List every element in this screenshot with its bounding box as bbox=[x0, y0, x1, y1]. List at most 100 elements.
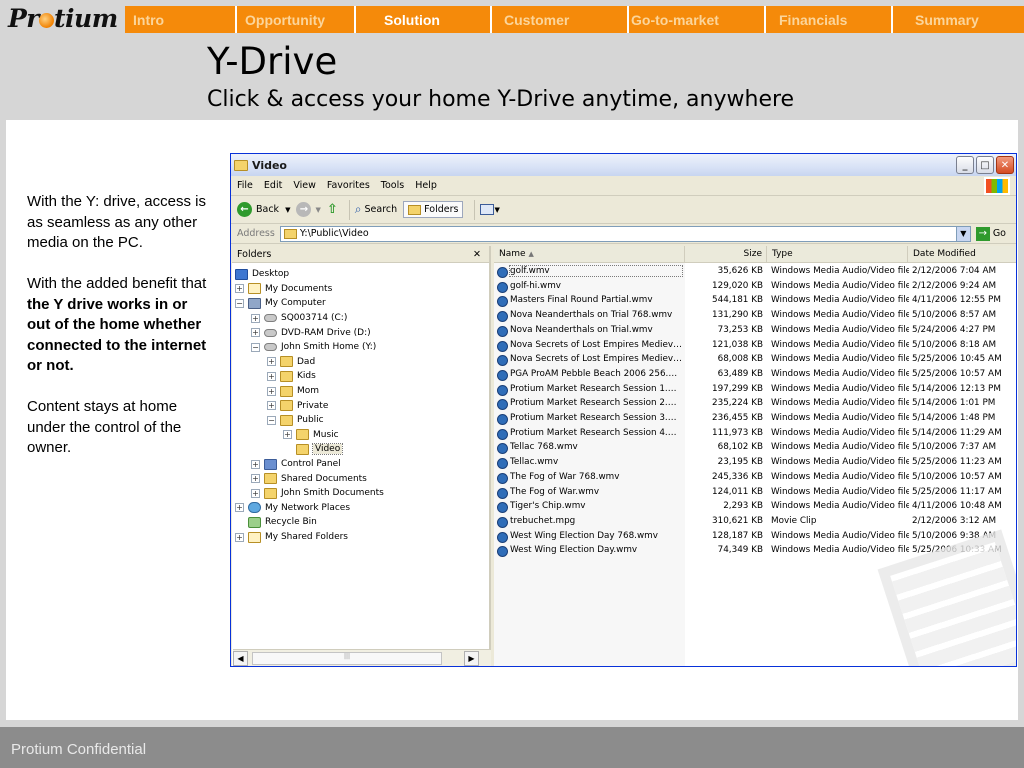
file-row[interactable]: Protium Market Research Session 4.WMV 111… bbox=[494, 427, 1016, 442]
tree-item[interactable]: + SQ003714 (C:) bbox=[251, 311, 347, 326]
expand-icon[interactable]: + bbox=[251, 328, 260, 338]
tree-item[interactable]: + John Smith Documents bbox=[251, 486, 384, 501]
expand-icon[interactable]: + bbox=[235, 532, 244, 542]
tree-item[interactable]: Recycle Bin bbox=[235, 515, 317, 530]
scroll-left-icon[interactable]: ◀ bbox=[233, 650, 248, 666]
menu-file[interactable]: File bbox=[237, 180, 253, 191]
tree-item[interactable]: + Dad bbox=[267, 355, 315, 370]
collapse-icon[interactable]: − bbox=[235, 298, 244, 308]
views-button[interactable]: ▼ bbox=[480, 204, 500, 215]
fold-icon bbox=[296, 443, 309, 455]
forward-button[interactable]: → ▼ bbox=[296, 202, 321, 217]
expand-icon[interactable]: + bbox=[267, 371, 276, 381]
expand-icon[interactable]: + bbox=[251, 488, 260, 498]
file-row[interactable]: Masters Final Round Partial.wmv 544,181 K… bbox=[494, 294, 1016, 309]
tree-item[interactable]: + Private bbox=[267, 398, 328, 413]
dropdown-arrow-icon[interactable]: ▼ bbox=[494, 206, 499, 214]
file-row[interactable]: Protium Market Research Session 2.WMV 235… bbox=[494, 397, 1016, 412]
expand-icon[interactable]: + bbox=[251, 313, 260, 323]
dropdown-arrow-icon[interactable]: ▼ bbox=[315, 206, 320, 214]
scrollbar-thumb[interactable]: ||| bbox=[252, 651, 442, 665]
horizontal-scrollbar[interactable]: ◀ ||| ▶ bbox=[233, 649, 491, 666]
tree-item[interactable]: − Public bbox=[267, 413, 324, 428]
file-row[interactable]: golf-hi.wmv 129,020 KB Windows Media Audio… bbox=[494, 280, 1016, 295]
close-pane-icon[interactable]: ✕ bbox=[473, 249, 481, 260]
file-row[interactable]: trebuchet.mpg 310,621 KB Movie Clip 2/12/20… bbox=[494, 515, 1016, 530]
dropdown-arrow-icon[interactable]: ▼ bbox=[285, 206, 290, 214]
window-titlebar[interactable]: Video _ □ ✕ bbox=[231, 154, 1016, 176]
collapse-icon[interactable]: − bbox=[267, 415, 276, 425]
menu-favorites[interactable]: Favorites bbox=[327, 180, 370, 191]
tree-item[interactable]: + DVD-RAM Drive (D:) bbox=[251, 325, 371, 340]
window-title: Video bbox=[252, 158, 287, 172]
tree-item[interactable]: Desktop bbox=[235, 267, 289, 282]
column-header-size[interactable]: Size bbox=[685, 246, 767, 263]
tree-item[interactable]: + My Shared Folders bbox=[235, 530, 348, 545]
expand-icon[interactable]: + bbox=[267, 386, 276, 396]
file-row[interactable]: PGA ProAM Pebble Beach 2006 256.WMV 63,48… bbox=[494, 368, 1016, 383]
file-size: 111,973 KB bbox=[712, 427, 763, 438]
back-button[interactable]: ← Back ▼ bbox=[237, 202, 290, 217]
file-row[interactable]: Tiger's Chip.wmv 2,293 KB Windows Media Au… bbox=[494, 500, 1016, 515]
file-row[interactable]: Tellac 768.wmv 68,102 KB Windows Media Aud… bbox=[494, 441, 1016, 456]
nav-tab-solution[interactable]: Solution bbox=[356, 6, 492, 33]
file-row[interactable]: Nova Neanderthals on Trial.wmv 73,253 KB W… bbox=[494, 324, 1016, 339]
address-input[interactable]: Y:\Public\Video ▼ bbox=[279, 225, 971, 242]
media-file-icon bbox=[497, 414, 508, 425]
expand-icon[interactable]: + bbox=[235, 284, 244, 294]
nav-tab-customer[interactable]: Customer bbox=[492, 6, 629, 33]
go-button[interactable]: → Go bbox=[975, 226, 1006, 241]
minimize-button[interactable]: _ bbox=[956, 156, 974, 174]
expand-icon[interactable]: + bbox=[251, 459, 260, 469]
tree-item[interactable]: − John Smith Home (Y:) bbox=[251, 340, 376, 355]
expand-icon[interactable]: + bbox=[267, 401, 276, 411]
file-name: West Wing Election Day 768.wmv bbox=[510, 530, 658, 541]
tree-item[interactable]: Video bbox=[283, 442, 344, 457]
media-file-icon bbox=[497, 502, 508, 514]
nav-tab-go-to-market[interactable]: Go-to-market bbox=[629, 6, 766, 33]
tree-item[interactable]: + Shared Documents bbox=[251, 471, 367, 486]
expand-icon[interactable]: + bbox=[267, 357, 276, 367]
tree-item[interactable]: + My Network Places bbox=[235, 501, 350, 516]
tree-item[interactable]: − My Computer bbox=[235, 296, 326, 311]
menu-edit[interactable]: Edit bbox=[264, 180, 282, 191]
file-row[interactable]: Nova Secrets of Lost Empires Medieval...… bbox=[494, 353, 1016, 368]
file-row[interactable]: Protium Market Research Session 1.WMV 197… bbox=[494, 383, 1016, 398]
address-dropdown-icon[interactable]: ▼ bbox=[955, 226, 970, 241]
folders-pane-header: Folders ✕ bbox=[232, 246, 489, 263]
nav-tab-opportunity[interactable]: Opportunity bbox=[237, 6, 356, 33]
back-label: Back bbox=[256, 204, 280, 215]
folders-button[interactable]: Folders bbox=[403, 201, 464, 218]
file-row[interactable]: The Fog of War.wmv 124,011 KB Windows Medi… bbox=[494, 486, 1016, 501]
file-row[interactable]: The Fog of War 768.wmv 245,336 KB Windows … bbox=[494, 471, 1016, 486]
column-header-date[interactable]: Date Modified bbox=[908, 246, 1016, 263]
tree-item[interactable]: + Mom bbox=[267, 384, 319, 399]
maximize-button[interactable]: □ bbox=[976, 156, 994, 174]
up-folder-button[interactable]: ⇧ bbox=[327, 202, 338, 217]
tree-item[interactable]: + Control Panel bbox=[251, 457, 341, 472]
expand-icon[interactable]: + bbox=[235, 503, 244, 513]
file-row[interactable]: Tellac.wmv 23,195 KB Windows Media Audio/V… bbox=[494, 456, 1016, 471]
expand-icon[interactable]: + bbox=[283, 430, 292, 440]
nav-tab-intro[interactable]: Intro bbox=[125, 6, 237, 33]
file-row[interactable]: golf.wmv 35,626 KB Windows Media Audio/Vid… bbox=[494, 265, 1016, 280]
column-header-name[interactable]: Name ▲ bbox=[494, 246, 685, 263]
menu-view[interactable]: View bbox=[293, 180, 316, 191]
nav-tab-financials[interactable]: Financials bbox=[766, 6, 893, 33]
collapse-icon[interactable]: − bbox=[251, 342, 260, 352]
close-button[interactable]: ✕ bbox=[996, 156, 1014, 174]
scroll-right-icon[interactable]: ▶ bbox=[464, 650, 479, 666]
file-row[interactable]: West Wing Election Day 768.wmv 128,187 KB… bbox=[494, 530, 1016, 545]
tree-item[interactable]: + My Documents bbox=[235, 282, 332, 297]
menu-tools[interactable]: Tools bbox=[381, 180, 404, 191]
file-row[interactable]: Nova Neanderthals on Trial 768.wmv 131,29… bbox=[494, 309, 1016, 324]
menu-help[interactable]: Help bbox=[415, 180, 437, 191]
tree-item[interactable]: + Kids bbox=[267, 369, 316, 384]
tree-item[interactable]: + Music bbox=[283, 428, 339, 443]
file-row[interactable]: Protium Market Research Session 3.WMV 236… bbox=[494, 412, 1016, 427]
expand-icon[interactable]: + bbox=[251, 474, 260, 484]
nav-tab-summary[interactable]: Summary bbox=[893, 6, 1024, 33]
search-button[interactable]: ⌕ Search bbox=[355, 202, 397, 217]
column-header-type[interactable]: Type bbox=[767, 246, 908, 263]
file-row[interactable]: Nova Secrets of Lost Empires Medieval...… bbox=[494, 339, 1016, 354]
